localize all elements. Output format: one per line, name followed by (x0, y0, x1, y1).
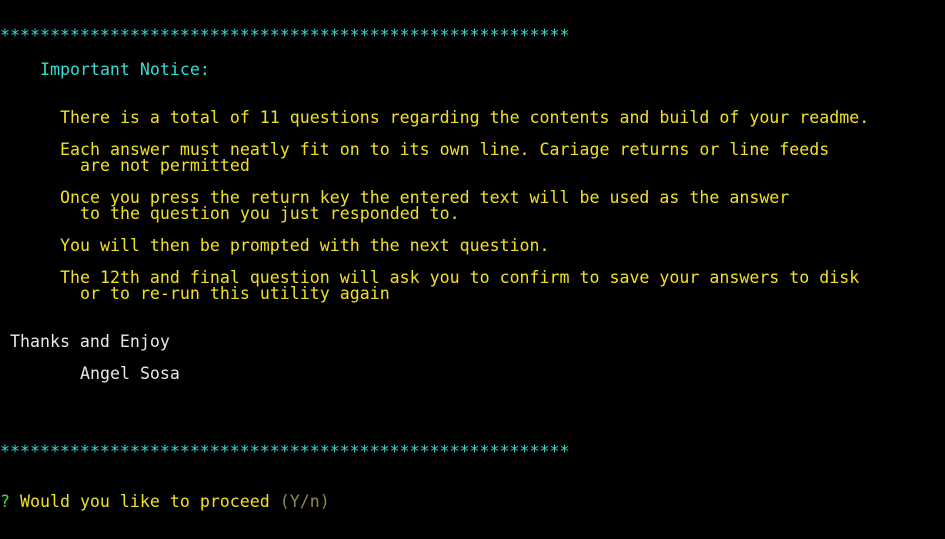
notice-line-5-cont: or to re-run this utility again (80, 284, 390, 303)
notice-line-2-cont: are not permitted (80, 156, 250, 175)
notice-line-4: You will then be prompted with the next … (60, 236, 550, 255)
prompt-question-mark-icon: ? (0, 492, 10, 511)
prompt-hint: (Y/n) (279, 492, 330, 511)
notice-heading: Important Notice: (40, 60, 210, 79)
separator-bottom: ****************************************… (0, 442, 570, 461)
separator-top: ****************************************… (0, 26, 570, 45)
notice-line-1: There is a total of 11 questions regardi… (60, 108, 870, 127)
author-name: Angel Sosa (80, 364, 180, 383)
terminal-window: ****************************************… (0, 0, 945, 539)
notice-line-3-cont: to the question you just responded to. (80, 204, 460, 223)
thanks-text: Thanks and Enjoy (10, 332, 170, 351)
prompt-question: Would you like to proceed (20, 492, 270, 511)
prompt-line[interactable]: ? Would you like to proceed (Y/n) (0, 492, 330, 511)
